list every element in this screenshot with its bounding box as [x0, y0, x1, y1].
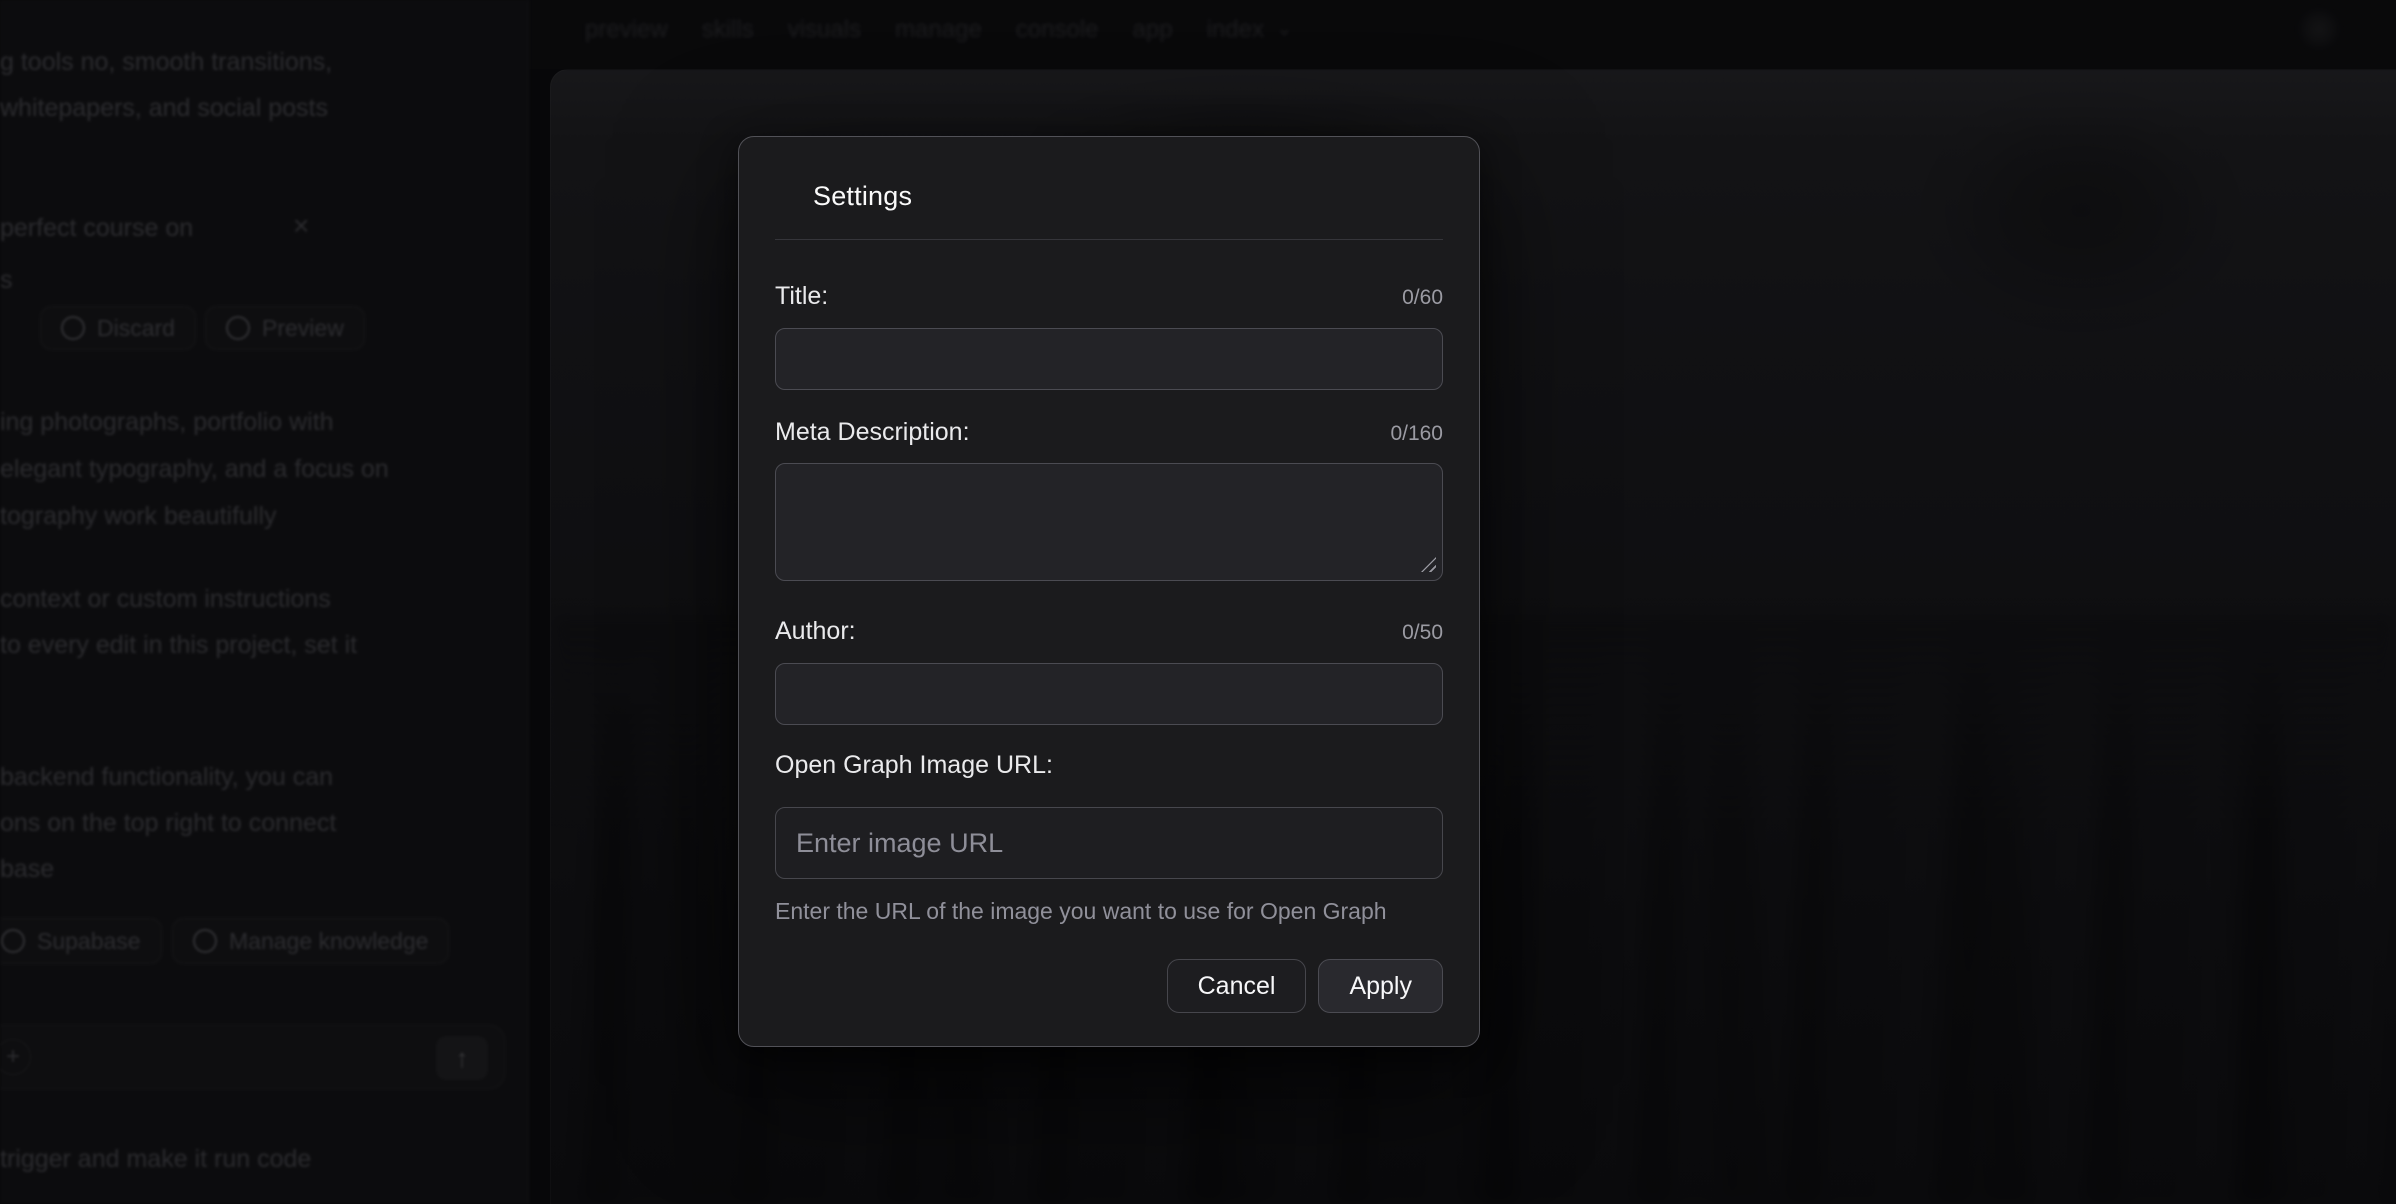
author-char-counter: 0/50 — [1402, 621, 1443, 645]
og-image-field-label: Open Graph Image URL: — [775, 751, 1053, 780]
dialog-title: Settings — [813, 181, 1443, 212]
title-char-counter: 0/60 — [1402, 286, 1443, 310]
settings-dialog: Settings Title: 0/60 Meta Description: 0… — [738, 136, 1480, 1047]
app-screen: preview skills visuals manage console ap… — [0, 0, 2396, 1204]
meta-description-area-wrap — [775, 463, 1443, 581]
og-image-url-input[interactable] — [775, 807, 1443, 879]
dialog-actions: Cancel Apply — [775, 959, 1443, 1013]
meta-description-char-counter: 0/160 — [1390, 422, 1443, 446]
meta-description-field-label: Meta Description: — [775, 418, 970, 447]
og-image-helper-text: Enter the URL of the image you want to u… — [775, 898, 1443, 925]
apply-button[interactable]: Apply — [1318, 959, 1443, 1013]
cancel-button[interactable]: Cancel — [1167, 959, 1307, 1013]
meta-description-textarea[interactable] — [775, 463, 1443, 581]
author-input[interactable] — [775, 663, 1443, 725]
title-input[interactable] — [775, 328, 1443, 390]
author-field-label: Author: — [775, 617, 856, 646]
divider — [775, 239, 1443, 240]
title-field-label: Title: — [775, 282, 828, 311]
